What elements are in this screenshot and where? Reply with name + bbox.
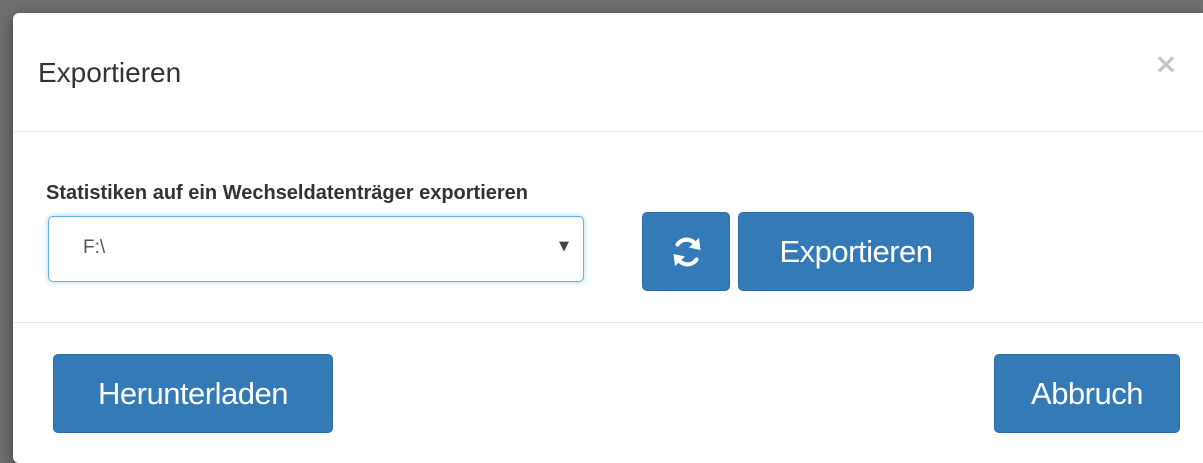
dialog-header: Exportieren × [13,13,1203,132]
drive-select-value: F:\ [83,237,106,258]
drive-select[interactable]: F:\ ▼ [48,216,584,282]
dialog-title: Exportieren [38,57,182,88]
refresh-icon [673,237,701,267]
cancel-button[interactable]: Abbruch [994,354,1180,433]
export-dialog: Exportieren × Statistiken auf ein Wechse… [13,13,1203,463]
close-button[interactable]: × [1151,49,1181,79]
dialog-body: Statistiken auf ein Wechseldatenträger e… [13,132,1203,323]
download-button[interactable]: Herunterladen [53,354,333,433]
close-icon: × [1154,47,1178,80]
refresh-button[interactable] [642,212,730,291]
export-button[interactable]: Exportieren [738,212,974,291]
export-section-label: Statistiken auf ein Wechseldatenträger e… [46,182,529,204]
chevron-down-icon: ▼ [559,239,569,254]
